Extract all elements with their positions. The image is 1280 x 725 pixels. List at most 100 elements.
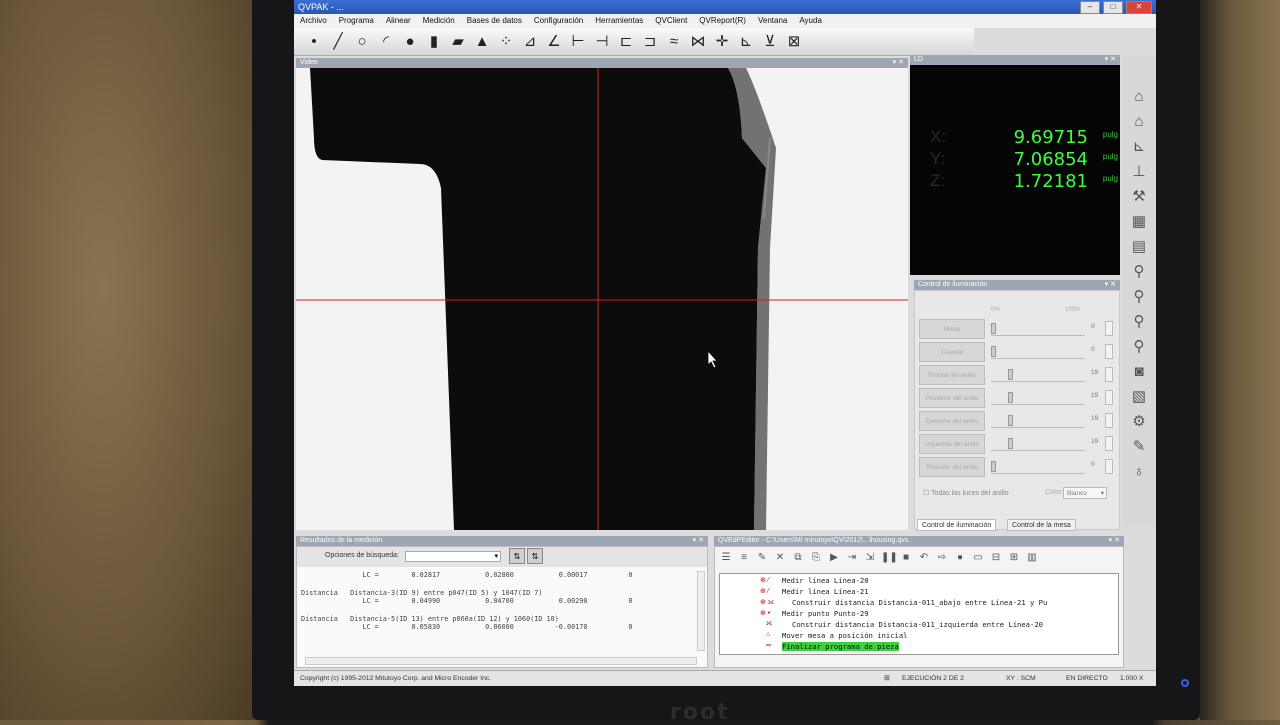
cylinder-tool-icon[interactable]: ▮ [424, 32, 444, 52]
slider-thumb[interactable] [1008, 415, 1014, 426]
step-icon[interactable]: ⇥ [845, 551, 859, 565]
program-step[interactable]: Construir distancia Distancia-011_izquie… [792, 620, 1043, 629]
camera-icon[interactable]: ◙ [1128, 361, 1150, 383]
home-icon[interactable]: ⌂ [1128, 86, 1150, 108]
zoom-out-icon[interactable]: ⚲ [1128, 286, 1150, 308]
all-lights-checkbox-row[interactable]: ☐ Todas las luces del anillo [923, 489, 1009, 497]
illum-posterior-button[interactable]: Posterior del anillo [919, 388, 985, 408]
filter-alt-icon[interactable]: ⇅ [527, 548, 543, 564]
step-into-icon[interactable]: ⇲ [863, 551, 877, 565]
paste-icon[interactable]: ⎘ [809, 551, 823, 565]
bisect-tool-icon[interactable]: ⋈ [688, 32, 708, 52]
maximize-button[interactable]: □ [1103, 1, 1123, 14]
color-select[interactable]: Blanco ▾ [1063, 487, 1107, 499]
arc-tool-icon[interactable]: ◜ [376, 32, 396, 52]
split-icon[interactable]: ⊟ [989, 551, 1003, 565]
illum-derecha-slider[interactable] [991, 415, 1085, 428]
axis-icon[interactable]: ⊾ [1128, 136, 1150, 158]
illum-izquierda-slider[interactable] [991, 438, 1085, 451]
power-led-icon[interactable] [1181, 679, 1189, 687]
slider-thumb[interactable] [1008, 392, 1014, 403]
menu-qvreport[interactable]: QVReport(R) [693, 14, 752, 28]
copy-icon[interactable]: ⧉ [791, 551, 805, 565]
menu-ayuda[interactable]: Ayuda [793, 14, 828, 28]
illum-posterior-slider[interactable] [991, 392, 1085, 405]
intersection-tool-icon[interactable]: ⊢ [568, 32, 588, 52]
video-view[interactable] [296, 68, 908, 530]
wrench-icon[interactable]: ⚒ [1128, 186, 1150, 208]
midpoint-tool-icon[interactable]: ⊣ [592, 32, 612, 52]
layout-icon[interactable]: ⊞ [1007, 551, 1021, 565]
slider-thumb[interactable] [1008, 369, 1014, 380]
program-step[interactable]: Medir línea Línea-20 [782, 576, 869, 585]
menu-qvclient[interactable]: QVClient [649, 14, 693, 28]
angle-tool-icon[interactable]: ∠ [544, 32, 564, 52]
projection-tool-icon[interactable]: ⊏ [616, 32, 636, 52]
bulb-icon[interactable]: ♁ [1128, 461, 1150, 483]
cone-tool-icon[interactable]: ▲ [472, 32, 492, 52]
stop-icon[interactable]: ■ [899, 551, 913, 565]
redo-icon[interactable]: ⇨ [935, 551, 949, 565]
slider-thumb[interactable] [991, 323, 996, 334]
illum-mesa-slider[interactable] [991, 323, 1085, 336]
slider-thumb[interactable] [991, 346, 996, 357]
record-icon[interactable]: ● [953, 551, 967, 565]
settings-icon[interactable]: ⚙ [1128, 411, 1150, 433]
illum-posicion-button[interactable]: Posición del anillo [919, 457, 985, 477]
spin-control[interactable] [1105, 367, 1113, 382]
home-z-icon[interactable]: ⌂ [1128, 111, 1150, 133]
menu-herramientas[interactable]: Herramientas [589, 14, 649, 28]
illum-derecha-button[interactable]: Derecha del anillo [919, 411, 985, 431]
spin-control[interactable] [1105, 344, 1113, 359]
slider-thumb[interactable] [991, 461, 996, 472]
window-icon[interactable]: ▭ [971, 551, 985, 565]
menu-programa[interactable]: Programa [333, 14, 380, 28]
edit-icon[interactable]: ✎ [755, 551, 769, 565]
panel-controls-icon[interactable]: ▾ ✕ [1109, 536, 1120, 546]
spin-control[interactable] [1105, 321, 1113, 336]
probe-icon[interactable]: ⊥ [1128, 161, 1150, 183]
zoom-fit-icon[interactable]: ⚲ [1128, 311, 1150, 333]
horizontal-scrollbar[interactable] [305, 657, 697, 665]
new-step-icon[interactable]: ☰ [719, 551, 733, 565]
grid-icon[interactable]: ▦ [1128, 211, 1150, 233]
program-step[interactable]: Construir distancia Distancia-011_abajo … [792, 598, 1047, 607]
panel-controls-icon[interactable]: ▾ ✕ [693, 536, 704, 546]
tab-table[interactable]: Control de la mesa [1007, 519, 1076, 531]
slider-thumb[interactable] [1008, 438, 1014, 449]
menu-medicion[interactable]: Medición [417, 14, 461, 28]
report-tool-icon[interactable]: ⊠ [784, 32, 804, 52]
spin-control[interactable] [1105, 436, 1113, 451]
illum-coaxial-button[interactable]: Coaxial [919, 342, 985, 362]
panel-controls-icon[interactable]: ▾ ✕ [893, 58, 904, 68]
search-options-select[interactable]: ▾ [405, 551, 501, 562]
line-tool-icon[interactable]: ╱ [328, 32, 348, 52]
datum-tool-icon[interactable]: ⊾ [736, 32, 756, 52]
align-tool-icon[interactable]: ≈ [664, 32, 684, 52]
menu-archivo[interactable]: Archivo [294, 14, 333, 28]
menu-bases-de-datos[interactable]: Bases de datos [461, 14, 528, 28]
pause-icon[interactable]: ❚❚ [881, 551, 898, 565]
table-icon[interactable]: ▤ [1128, 236, 1150, 258]
menu-ventana[interactable]: Ventana [752, 14, 793, 28]
spin-control[interactable] [1105, 413, 1113, 428]
pattern-tool-icon[interactable]: ⁘ [496, 32, 516, 52]
program-step[interactable]: Mover mesa a posición inicial [782, 631, 908, 640]
filter-icon[interactable]: ⇅ [509, 548, 525, 564]
illum-mesa-button[interactable]: Mesa [919, 319, 985, 339]
close-button[interactable]: ✕ [1126, 1, 1152, 14]
panel-controls-icon[interactable]: ▾ ✕ [1105, 280, 1116, 290]
zoom-in-icon[interactable]: ⚲ [1128, 261, 1150, 283]
program-step-current[interactable]: Finalizar programa de pieza [782, 642, 899, 651]
checkbox-icon[interactable]: ☐ [923, 490, 929, 497]
circle-tool-icon[interactable]: ○ [352, 32, 372, 52]
illum-frontal-slider[interactable] [991, 369, 1085, 382]
delete-icon[interactable]: ✕ [773, 551, 787, 565]
image-icon[interactable]: ▧ [1128, 386, 1150, 408]
point-tool-icon[interactable]: • [304, 32, 324, 52]
tolerance-tool-icon[interactable]: ⊻ [760, 32, 780, 52]
illum-coaxial-slider[interactable] [991, 346, 1085, 359]
zoom-reset-icon[interactable]: ⚲ [1128, 336, 1150, 358]
illum-frontal-button[interactable]: Frontal del anillo [919, 365, 985, 385]
illum-izquierda-button[interactable]: Izquierda del anillo [919, 434, 985, 454]
